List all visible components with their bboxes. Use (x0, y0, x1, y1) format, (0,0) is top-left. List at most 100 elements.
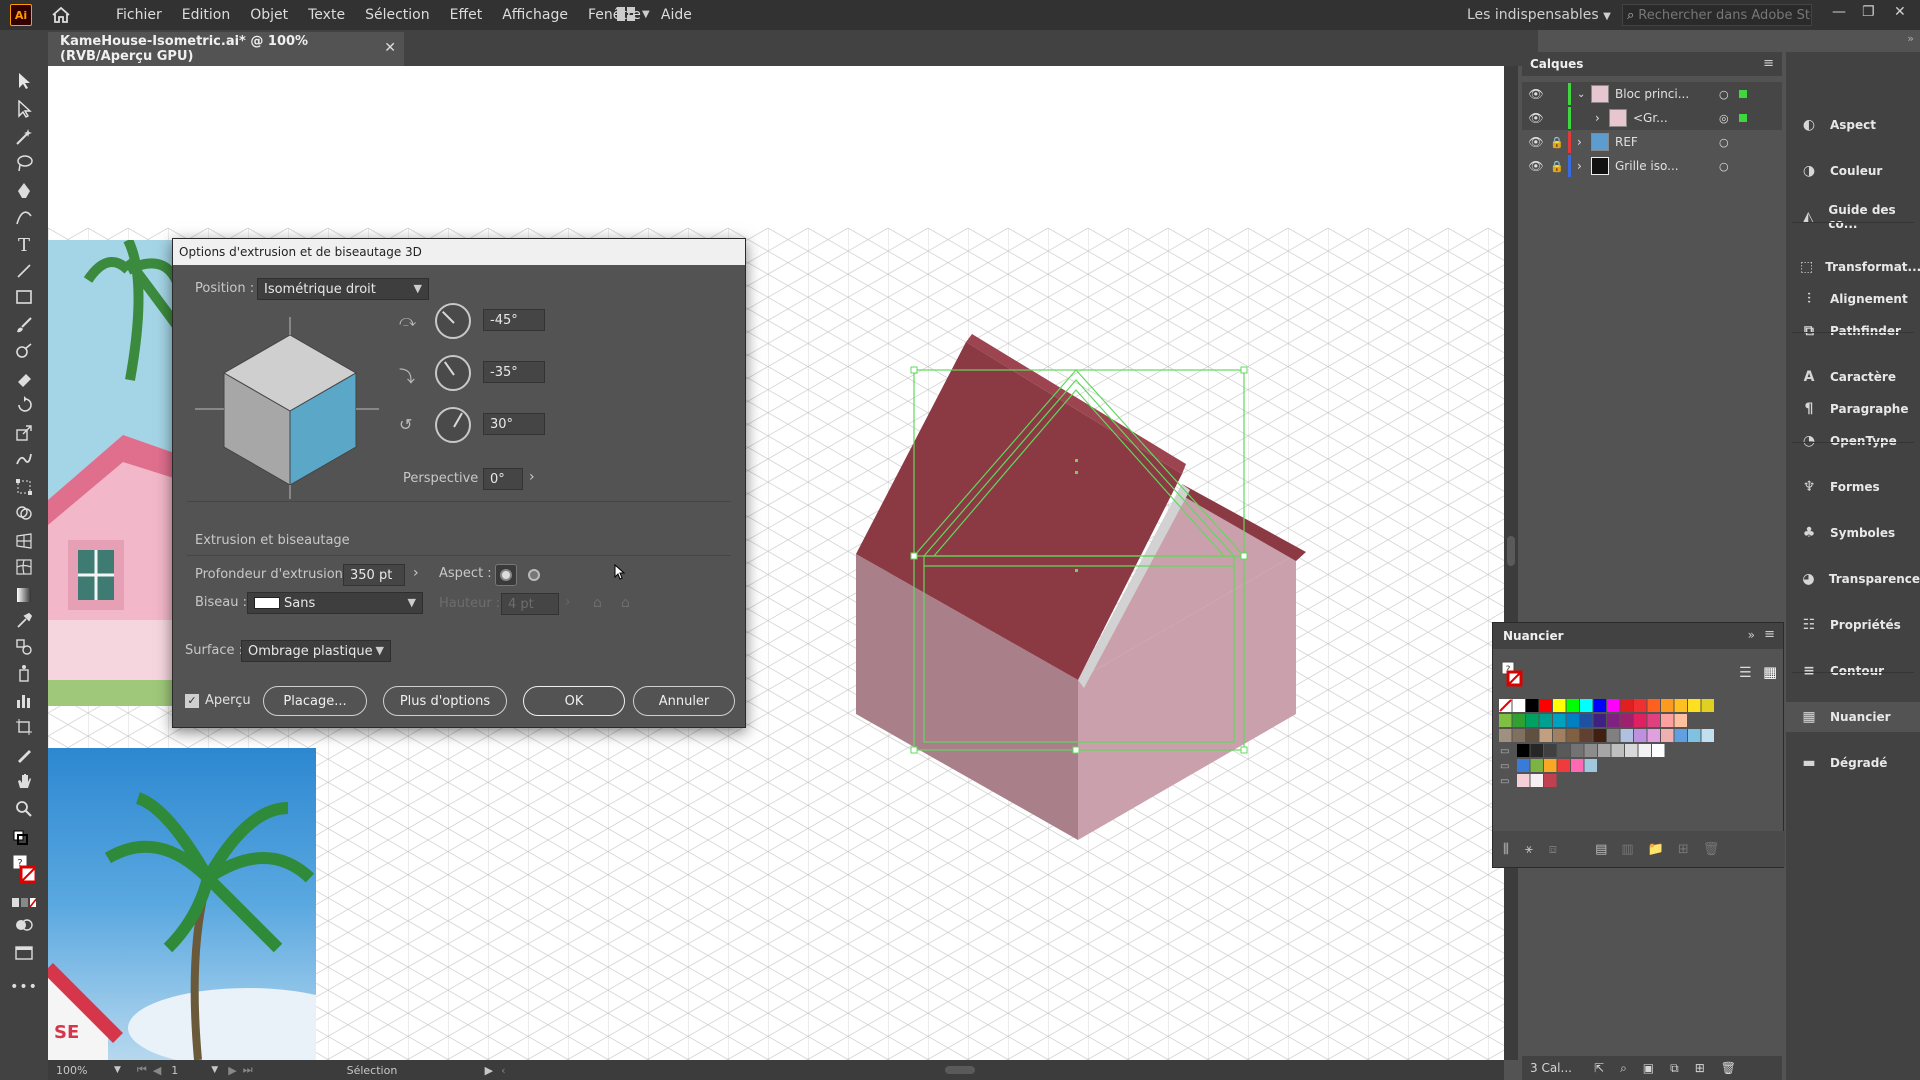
more-tools-icon[interactable]: ••• (10, 976, 37, 998)
dialog-title[interactable]: Options d'extrusion et de biseautage 3D (173, 239, 745, 265)
layer-name[interactable]: REF (1615, 135, 1719, 149)
swatch[interactable] (1566, 699, 1580, 712)
dock-item-opentype[interactable]: ◔ OpenType (1786, 426, 1920, 456)
collapse-icon[interactable]: » (1748, 628, 1755, 642)
rotate-y-input[interactable]: -35° (483, 361, 545, 383)
play-icon[interactable]: ▶ (485, 1064, 493, 1077)
new-swatch-icon[interactable]: ⊞ (1678, 842, 1689, 857)
last-artboard-icon[interactable]: ⏭ (243, 1063, 253, 1077)
chevron-right-icon[interactable]: › (1577, 159, 1591, 173)
layer-row-bloc[interactable]: 👁 ⌄ Bloc princi... ○ (1522, 82, 1782, 106)
swatch[interactable] (1512, 729, 1526, 742)
vertical-scrollbar[interactable] (1504, 66, 1518, 1060)
rotate-x-input[interactable]: -45° (483, 309, 545, 331)
height-input[interactable]: 4 pt (501, 593, 559, 615)
position-select[interactable]: Isométrique droit ▼ (257, 278, 429, 300)
visibility-eye-icon[interactable]: 👁 (1522, 87, 1550, 101)
dock-item-swatches[interactable]: ▦ Nuancier (1786, 702, 1920, 732)
perspective-grid-tool-icon[interactable] (12, 530, 36, 552)
menu-fichier[interactable]: Fichier (116, 7, 162, 23)
chevron-right-icon[interactable]: › (413, 565, 419, 581)
default-fill-stroke-icon[interactable] (12, 826, 36, 848)
mesh-tool-icon[interactable] (12, 556, 36, 578)
swatch[interactable] (1571, 744, 1584, 757)
swatch[interactable] (1553, 729, 1566, 742)
export-icon[interactable]: ⇱ (1594, 1061, 1604, 1075)
menu-selection[interactable]: Sélection (365, 7, 430, 23)
eraser-tool-icon[interactable] (12, 368, 36, 390)
swatch[interactable] (1526, 714, 1539, 727)
menu-aide[interactable]: Aide (661, 7, 692, 23)
target-ring-icon[interactable]: ◎ (1719, 112, 1735, 125)
shape-builder-tool-icon[interactable] (12, 502, 36, 524)
swatches-panel-title[interactable]: Nuancier (1503, 629, 1564, 643)
swatch[interactable] (1611, 744, 1625, 757)
grid-view-icon[interactable]: ▦ (1763, 663, 1777, 681)
dock-item-aspect[interactable]: ◐ Aspect (1786, 110, 1920, 140)
delete-swatch-icon[interactable]: 🗑 (1703, 842, 1720, 857)
blend-tool-icon[interactable] (12, 636, 36, 658)
swatch[interactable] (1647, 729, 1661, 742)
swatch[interactable] (1544, 744, 1557, 757)
panel-menu-icon[interactable]: ≡ (1763, 56, 1774, 71)
cap-on-button[interactable] (495, 564, 517, 586)
dock-item-transparency[interactable]: ◕ Transparence (1786, 564, 1920, 594)
chevron-right-icon[interactable]: › (529, 469, 535, 485)
menu-effet[interactable]: Effet (450, 7, 483, 23)
swatch[interactable] (1688, 699, 1701, 712)
horizontal-scroll-thumb[interactable] (945, 1066, 976, 1074)
dock-item-gradient[interactable]: ▬ Dégradé (1786, 748, 1920, 778)
menu-texte[interactable]: Texte (308, 7, 345, 23)
chevron-right-icon[interactable]: › (565, 594, 571, 610)
symbol-sprayer-tool-icon[interactable] (12, 662, 36, 684)
draw-mode-icon[interactable] (12, 914, 36, 936)
swatch[interactable] (1674, 729, 1688, 742)
swatch[interactable] (1593, 714, 1607, 727)
swatch[interactable] (1566, 714, 1580, 727)
selection-indicator-icon[interactable] (1739, 114, 1747, 122)
swatch[interactable] (1530, 759, 1544, 772)
rectangle-tool-icon[interactable] (12, 286, 36, 308)
target-circle-icon[interactable]: ○ (1719, 88, 1735, 101)
swatch[interactable] (1620, 729, 1634, 742)
swatch[interactable] (1607, 714, 1620, 727)
restore-icon[interactable]: ❐ (1862, 4, 1875, 20)
pen-tool-icon[interactable] (12, 180, 36, 202)
hand-tool-icon[interactable] (12, 770, 36, 792)
dock-item-color[interactable]: ◑ Couleur (1786, 156, 1920, 186)
swatch[interactable] (1517, 774, 1530, 787)
swatch[interactable] (1638, 744, 1652, 757)
document-tab[interactable]: KameHouse-Isometric.ai* @ 100% (RVB/Aper… (48, 32, 404, 66)
swatch[interactable] (1512, 714, 1526, 727)
artboard-number[interactable]: 1 (171, 1064, 211, 1077)
lock-icon[interactable]: 🔒 (1550, 160, 1568, 173)
swatch[interactable] (1553, 699, 1566, 712)
next-artboard-icon[interactable]: ▶ (228, 1064, 236, 1077)
visibility-eye-icon[interactable]: 👁 (1522, 159, 1550, 173)
preview-checkbox[interactable]: ✓ Aperçu (185, 693, 251, 708)
menu-affichage[interactable]: Affichage (502, 7, 568, 23)
dock-item-color-guide[interactable]: ◭ Guide des co... (1786, 202, 1920, 232)
swatch[interactable] (1674, 699, 1688, 712)
list-view-icon[interactable]: ☰ (1739, 665, 1752, 681)
dock-item-character[interactable]: A Caractère (1786, 362, 1920, 392)
free-transform-tool-icon[interactable] (12, 476, 36, 498)
minimize-icon[interactable]: — (1832, 4, 1846, 20)
swatch[interactable] (1512, 699, 1526, 712)
dock-item-pathfinder[interactable]: ⧉ Pathfinder (1786, 316, 1920, 346)
new-sublayer-icon[interactable]: ⧉ (1670, 1061, 1679, 1076)
chevron-down-icon[interactable]: ▼ (211, 1065, 218, 1075)
paintbrush-tool-icon[interactable] (12, 314, 36, 336)
swatch[interactable] (1647, 699, 1661, 712)
dock-item-symbols[interactable]: ♣ Symboles (1786, 518, 1920, 548)
cancel-button[interactable]: Annuler (633, 686, 735, 716)
swatch[interactable] (1571, 759, 1584, 772)
swatch[interactable] (1530, 774, 1544, 787)
swatch[interactable] (1688, 729, 1701, 742)
3d-cube-preview[interactable] (193, 313, 393, 503)
stock-search-input[interactable]: ⌕ Rechercher dans Adobe Stock (1622, 4, 1812, 26)
vertical-scroll-thumb[interactable] (1507, 536, 1515, 566)
warp-tool-icon[interactable] (12, 448, 36, 470)
dock-item-stroke[interactable]: ≡ Contour (1786, 656, 1920, 686)
surface-select[interactable]: Ombrage plastique ▼ (241, 640, 391, 662)
